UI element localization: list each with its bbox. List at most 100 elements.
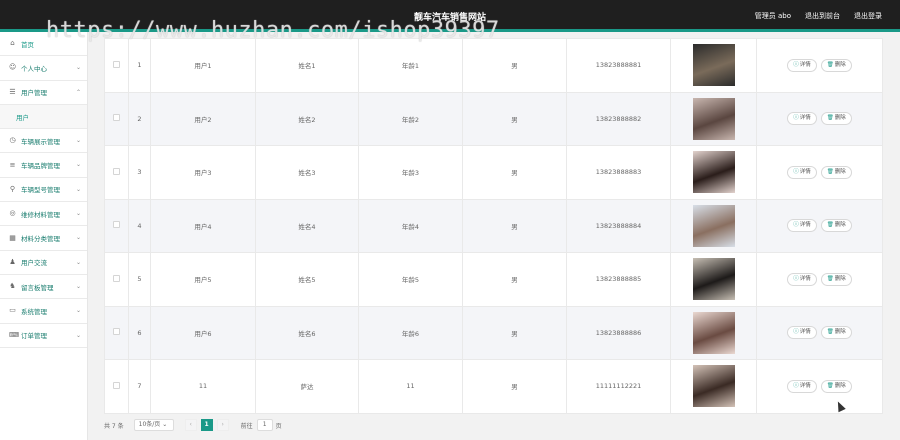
trash-icon: 🗑 <box>827 329 834 335</box>
sidebar-item[interactable]: ≡车辆品牌管理⌄ <box>0 153 87 177</box>
detail-button[interactable]: ⓘ详情 <box>787 166 817 179</box>
user-photo <box>693 312 735 354</box>
detail-button[interactable]: ⓘ详情 <box>787 273 817 286</box>
trash-icon: 🗑 <box>827 62 834 68</box>
life-ring-icon: ◎ <box>9 210 16 217</box>
sidebar-item[interactable]: ☰ 用户管理 ⌃ <box>0 81 87 105</box>
row-checkbox[interactable] <box>113 221 120 228</box>
delete-label: 删除 <box>835 383 846 389</box>
row-checkbox[interactable] <box>113 168 120 175</box>
keyboard-icon: ⌨ <box>9 332 16 339</box>
next-page-button[interactable]: › <box>217 419 229 431</box>
row-checkbox[interactable] <box>113 382 120 389</box>
current-page-button[interactable]: 1 <box>201 419 213 431</box>
account-cell: 用户3 <box>151 146 256 200</box>
detail-label: 详情 <box>800 276 811 282</box>
user-table: 1用户1姓名1年龄1男13823888881ⓘ详情🗑删除2用户2姓名2年龄2男1… <box>104 38 883 414</box>
account-cell: 用户2 <box>151 92 256 146</box>
row-checkbox-cell <box>105 199 129 253</box>
row-checkbox-cell <box>105 39 129 93</box>
sidebar-item[interactable]: ▦材料分类管理⌄ <box>0 226 87 250</box>
monitor-icon: ▭ <box>9 307 16 314</box>
sidebar-item[interactable]: ⌂首页 <box>0 32 87 56</box>
chevron-down-icon: ⌄ <box>76 307 81 314</box>
user-photo <box>693 205 735 247</box>
age-cell: 年龄3 <box>359 146 463 200</box>
row-checkbox-cell <box>105 360 129 414</box>
detail-label: 详情 <box>800 383 811 389</box>
phone-cell: 13823888884 <box>567 199 671 253</box>
back-to-frontend-link[interactable]: 退出到前台 <box>805 11 840 21</box>
trash-icon: 🗑 <box>827 276 834 282</box>
chevron-down-icon: ⌄ <box>76 259 81 266</box>
table-row: 711萨达11男11111112221ⓘ详情🗑删除 <box>105 360 883 414</box>
name-cell: 姓名5 <box>256 253 359 307</box>
sidebar-item[interactable]: ◎维修材料管理⌄ <box>0 202 87 226</box>
sidebar-item-label: 留言板管理 <box>21 282 54 292</box>
delete-button[interactable]: 🗑删除 <box>821 112 852 125</box>
name-cell: 姓名4 <box>256 199 359 253</box>
detail-label: 详情 <box>800 329 811 335</box>
phone-cell: 11111112221 <box>567 360 671 414</box>
sidebar-item-label: 车辆展示管理 <box>21 136 60 146</box>
chevron-down-icon: ⌄ <box>76 64 81 71</box>
photo-cell <box>671 92 757 146</box>
phone-cell: 13823888882 <box>567 92 671 146</box>
page-suffix: 页 <box>276 421 282 430</box>
gender-cell: 男 <box>463 253 567 307</box>
sidebar-item-label: 系统管理 <box>21 306 47 316</box>
delete-button[interactable]: 🗑删除 <box>821 273 852 286</box>
delete-button[interactable]: 🗑删除 <box>821 326 852 339</box>
sidebar-item-label: 用户 <box>16 112 29 122</box>
sidebar-item-label: 用户管理 <box>21 87 47 97</box>
sidebar-item[interactable]: ☺个人中心⌄ <box>0 56 87 80</box>
delete-button[interactable]: 🗑删除 <box>821 59 852 72</box>
trash-icon: 🗑 <box>827 169 834 175</box>
person-icon: ♟ <box>9 259 16 266</box>
delete-button[interactable]: 🗑删除 <box>821 380 852 393</box>
table-row: 1用户1姓名1年龄1男13823888881ⓘ详情🗑删除 <box>105 39 883 93</box>
info-icon: ⓘ <box>793 115 799 121</box>
account-cell: 用户4 <box>151 199 256 253</box>
pagination: 共 7 条 10条/页 ⌄ ‹ 1 › 前往 1 页 <box>104 418 282 432</box>
sidebar-item[interactable]: ♞留言板管理⌄ <box>0 275 87 299</box>
delete-button[interactable]: 🗑删除 <box>821 219 852 232</box>
chevron-up-icon: ⌃ <box>76 89 81 96</box>
sidebar-item[interactable]: ▭ 系统管理 ⌄ <box>0 299 87 323</box>
phone-cell: 13823888885 <box>567 253 671 307</box>
row-checkbox[interactable] <box>113 61 120 68</box>
row-checkbox[interactable] <box>113 114 120 121</box>
actions-cell: ⓘ详情 🗑删除 <box>757 253 883 307</box>
info-icon: ⓘ <box>793 383 799 389</box>
chevron-down-icon: ⌄ <box>76 234 81 241</box>
row-checkbox[interactable] <box>113 275 120 282</box>
user-photo <box>693 98 735 140</box>
home-icon: ⌂ <box>9 40 16 47</box>
page-size-select[interactable]: 10条/页 ⌄ <box>134 419 174 431</box>
actions-cell: ⓘ详情 🗑删除 <box>757 146 883 200</box>
info-icon: ⓘ <box>793 329 799 335</box>
delete-button[interactable]: 🗑删除 <box>821 166 852 179</box>
delete-label: 删除 <box>835 329 846 335</box>
goto-page-input[interactable]: 1 <box>257 419 273 431</box>
detail-button[interactable]: ⓘ详情 <box>787 59 817 72</box>
list-icon: ☰ <box>9 89 16 96</box>
table-row: 6用户6姓名6年龄6男13823888886ⓘ详情🗑删除 <box>105 306 883 360</box>
photo-cell <box>671 199 757 253</box>
sidebar-item[interactable]: 用户 <box>0 105 87 129</box>
logout-link[interactable]: 退出登录 <box>854 11 882 21</box>
prev-page-button[interactable]: ‹ <box>185 419 197 431</box>
gender-cell: 男 <box>463 199 567 253</box>
sidebar-item[interactable]: ♟用户交流⌄ <box>0 251 87 275</box>
sidebar-item[interactable]: ⚲车辆型号管理⌄ <box>0 178 87 202</box>
detail-button[interactable]: ⓘ详情 <box>787 112 817 125</box>
sidebar: ⌂首页☺个人中心⌄☰用户管理⌃用户◷车辆展示管理⌄≡车辆品牌管理⌄⚲车辆型号管理… <box>0 32 88 440</box>
detail-button[interactable]: ⓘ详情 <box>787 326 817 339</box>
sidebar-item[interactable]: ⌨订单管理⌄ <box>0 324 87 348</box>
sidebar-item-label: 个人中心 <box>21 63 47 73</box>
detail-button[interactable]: ⓘ详情 <box>787 380 817 393</box>
detail-button[interactable]: ⓘ详情 <box>787 219 817 232</box>
row-checkbox[interactable] <box>113 328 120 335</box>
row-checkbox-cell <box>105 92 129 146</box>
sidebar-item[interactable]: ◷车辆展示管理⌄ <box>0 129 87 153</box>
